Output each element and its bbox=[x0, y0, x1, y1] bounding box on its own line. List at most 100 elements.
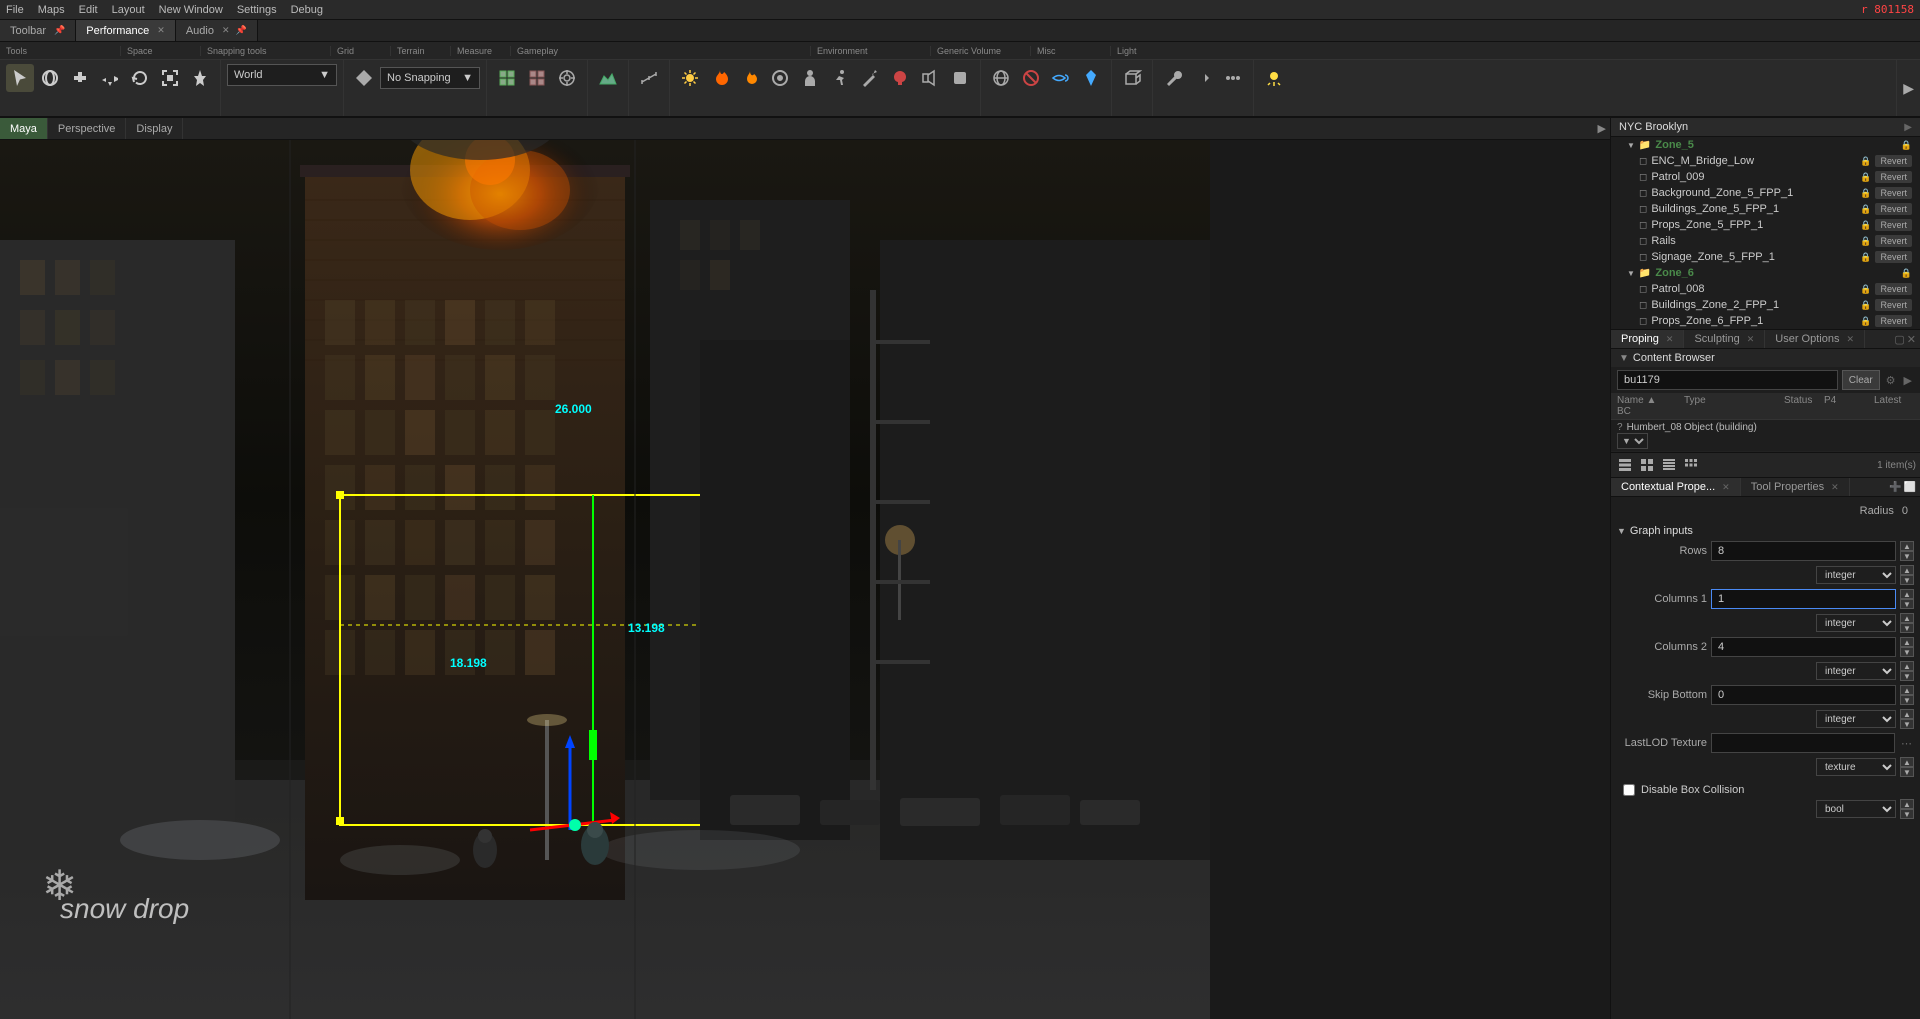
tp-expand-icon[interactable]: ⬜ bbox=[1904, 482, 1916, 493]
tree-item-enc-bridge[interactable]: ◻ ENC_M_Bridge_Low 🔒 Revert bbox=[1611, 153, 1920, 169]
skip-bottom-spin-down[interactable]: ▼ bbox=[1900, 695, 1914, 705]
scale-tool-icon[interactable] bbox=[156, 64, 184, 92]
env-reject-icon[interactable] bbox=[1017, 64, 1045, 92]
bg-zone5-revert-btn[interactable]: Revert bbox=[1875, 187, 1912, 199]
columns1-input[interactable] bbox=[1711, 589, 1896, 609]
skip-bottom-type-select[interactable]: integer bbox=[1816, 710, 1896, 728]
columns1-spin-down[interactable]: ▼ bbox=[1900, 599, 1914, 609]
columns1-type-spin-down[interactable]: ▼ bbox=[1900, 623, 1914, 633]
props-zone5-revert-btn[interactable]: Revert bbox=[1875, 219, 1912, 231]
gameplay-sun-icon[interactable] bbox=[676, 64, 704, 92]
select-tool-icon[interactable] bbox=[6, 64, 34, 92]
columns1-type-spin-up[interactable]: ▲ bbox=[1900, 613, 1914, 623]
terrain-icon[interactable] bbox=[594, 64, 622, 92]
signage-zone5-revert-btn[interactable]: Revert bbox=[1875, 251, 1912, 263]
tree-item-props-zone5[interactable]: ◻ Props_Zone_5_FPP_1 🔒 Revert bbox=[1611, 217, 1920, 233]
columns1-spin-up[interactable]: ▲ bbox=[1900, 589, 1914, 599]
contextual-close-icon[interactable]: ✕ bbox=[1722, 482, 1730, 493]
tool-props-close-icon[interactable]: ✕ bbox=[1831, 482, 1839, 493]
skip-bottom-input[interactable] bbox=[1711, 685, 1896, 705]
gameplay-extra-icon[interactable] bbox=[946, 64, 974, 92]
tree-item-patrol008[interactable]: ◻ Patrol_008 🔒 Revert bbox=[1611, 281, 1920, 297]
viewport-tab-display[interactable]: Display bbox=[126, 118, 183, 139]
rows-type-spin-down[interactable]: ▼ bbox=[1900, 575, 1914, 585]
gameplay-fire-icon[interactable] bbox=[706, 64, 734, 92]
grid-target-icon[interactable] bbox=[553, 64, 581, 92]
tab-performance[interactable]: Performance ✕ bbox=[76, 20, 176, 41]
gameplay-person-icon[interactable] bbox=[796, 64, 824, 92]
tree-item-buildings-zone5[interactable]: ◻ Buildings_Zone_5_FPP_1 🔒 Revert bbox=[1611, 201, 1920, 217]
light-icon[interactable] bbox=[1260, 64, 1288, 92]
gameplay-skull-icon[interactable] bbox=[886, 64, 914, 92]
tree-item-signage-zone5[interactable]: ◻ Signage_Zone_5_FPP_1 🔒 Revert bbox=[1611, 249, 1920, 265]
env-sphere-icon[interactable] bbox=[987, 64, 1015, 92]
move-tool-icon[interactable] bbox=[96, 64, 124, 92]
cb-settings-icon[interactable]: ⚙ bbox=[1884, 372, 1898, 389]
orbit-tool-icon[interactable] bbox=[36, 64, 64, 92]
buildings-zone5-revert-btn[interactable]: Revert bbox=[1875, 203, 1912, 215]
grid-layer2-icon[interactable] bbox=[523, 64, 551, 92]
misc-wrench-icon[interactable] bbox=[1159, 64, 1187, 92]
menu-settings[interactable]: Settings bbox=[237, 4, 277, 16]
tp-tab-contextual[interactable]: Contextual Prope... ✕ bbox=[1611, 478, 1741, 496]
disable-box-checkbox[interactable] bbox=[1623, 784, 1635, 796]
tree-item-props-zone6[interactable]: ◻ Props_Zone_6_FPP_1 🔒 Revert bbox=[1611, 313, 1920, 329]
cb-clear-btn[interactable]: Clear bbox=[1842, 370, 1880, 390]
panel-icon-list2[interactable] bbox=[1637, 455, 1657, 475]
disable-box-type-select[interactable]: bool bbox=[1816, 800, 1896, 818]
env-wind-icon[interactable] bbox=[1047, 64, 1075, 92]
bridge-revert-btn[interactable]: Revert bbox=[1875, 155, 1912, 167]
tree-item-bg-zone5[interactable]: ◻ Background_Zone_5_FPP_1 🔒 Revert bbox=[1611, 185, 1920, 201]
env-crystal-icon[interactable] bbox=[1077, 64, 1105, 92]
viewport-tab-maya[interactable]: Maya bbox=[0, 118, 48, 139]
panel-icon-list1[interactable] bbox=[1615, 455, 1635, 475]
pin-tool-icon[interactable] bbox=[186, 64, 214, 92]
columns2-type-spin-down[interactable]: ▼ bbox=[1900, 671, 1914, 681]
lastlod-type-spin-up[interactable]: ▲ bbox=[1900, 757, 1914, 767]
patrol008-revert-btn[interactable]: Revert bbox=[1875, 283, 1912, 295]
tab-audio[interactable]: Audio ✕ 📌 bbox=[176, 20, 258, 41]
cb-search-input[interactable] bbox=[1617, 370, 1838, 390]
viewport-expand-btn[interactable]: ▶ bbox=[1594, 122, 1610, 135]
skip-bottom-spin-up[interactable]: ▲ bbox=[1900, 685, 1914, 695]
panel-icon-list3[interactable] bbox=[1659, 455, 1679, 475]
columns2-input[interactable] bbox=[1711, 637, 1896, 657]
buildings-zone2-revert-btn[interactable]: Revert bbox=[1875, 299, 1912, 311]
panel-icon-list4[interactable] bbox=[1681, 455, 1701, 475]
tab-audio-pin[interactable]: 📌 bbox=[236, 25, 247, 36]
panel-tab-proping[interactable]: Proping ✕ bbox=[1611, 330, 1684, 348]
tab-toolbar-pin[interactable]: 📌 bbox=[54, 25, 65, 36]
lastlod-input[interactable] bbox=[1711, 733, 1895, 753]
tab-audio-close[interactable]: ✕ bbox=[222, 25, 230, 36]
disable-box-type-spin-up[interactable]: ▲ bbox=[1900, 799, 1914, 809]
menu-new-window[interactable]: New Window bbox=[159, 4, 223, 16]
grid-layer1-icon[interactable] bbox=[493, 64, 521, 92]
rows-spin-down[interactable]: ▼ bbox=[1900, 551, 1914, 561]
gameplay-circle-icon[interactable] bbox=[766, 64, 794, 92]
cb-expand-icon[interactable]: ▶ bbox=[1902, 372, 1914, 389]
rows-input[interactable] bbox=[1711, 541, 1896, 561]
rows-type-spin-up[interactable]: ▲ bbox=[1900, 565, 1914, 575]
misc-arrow-icon[interactable] bbox=[1189, 64, 1217, 92]
viewport-canvas[interactable]: 26.000 13.198 18.198 bbox=[0, 140, 1610, 1019]
cb-row-dropdown[interactable]: ▼ bbox=[1617, 433, 1648, 449]
menu-debug[interactable]: Debug bbox=[291, 4, 323, 16]
columns2-type-spin-up[interactable]: ▲ bbox=[1900, 661, 1914, 671]
sculpting-close-icon[interactable]: ✕ bbox=[1747, 334, 1755, 345]
columns2-type-select[interactable]: integer bbox=[1816, 662, 1896, 680]
panel-close-all-icon[interactable]: ✕ bbox=[1907, 333, 1916, 346]
tp-tab-tool-props[interactable]: Tool Properties ✕ bbox=[1741, 478, 1850, 496]
props-zone6-revert-btn[interactable]: Revert bbox=[1875, 315, 1912, 327]
pan-tool-icon[interactable] bbox=[66, 64, 94, 92]
snap-diamond-icon[interactable] bbox=[350, 64, 378, 92]
tree-item-zone6[interactable]: ▼ 📁 Zone_6 🔒 bbox=[1611, 265, 1920, 281]
columns2-spin-up[interactable]: ▲ bbox=[1900, 637, 1914, 647]
tab-toolbar[interactable]: Toolbar 📌 bbox=[0, 20, 76, 41]
proping-close-icon[interactable]: ✕ bbox=[1666, 334, 1674, 345]
tab-performance-close[interactable]: ✕ bbox=[157, 25, 165, 36]
tree-item-rails[interactable]: ◻ Rails 🔒 Revert bbox=[1611, 233, 1920, 249]
disable-box-type-spin-down[interactable]: ▼ bbox=[1900, 809, 1914, 819]
menu-file[interactable]: File bbox=[6, 4, 24, 16]
user-options-close-icon[interactable]: ✕ bbox=[1846, 334, 1854, 345]
panel-tab-sculpting[interactable]: Sculpting ✕ bbox=[1684, 330, 1765, 348]
